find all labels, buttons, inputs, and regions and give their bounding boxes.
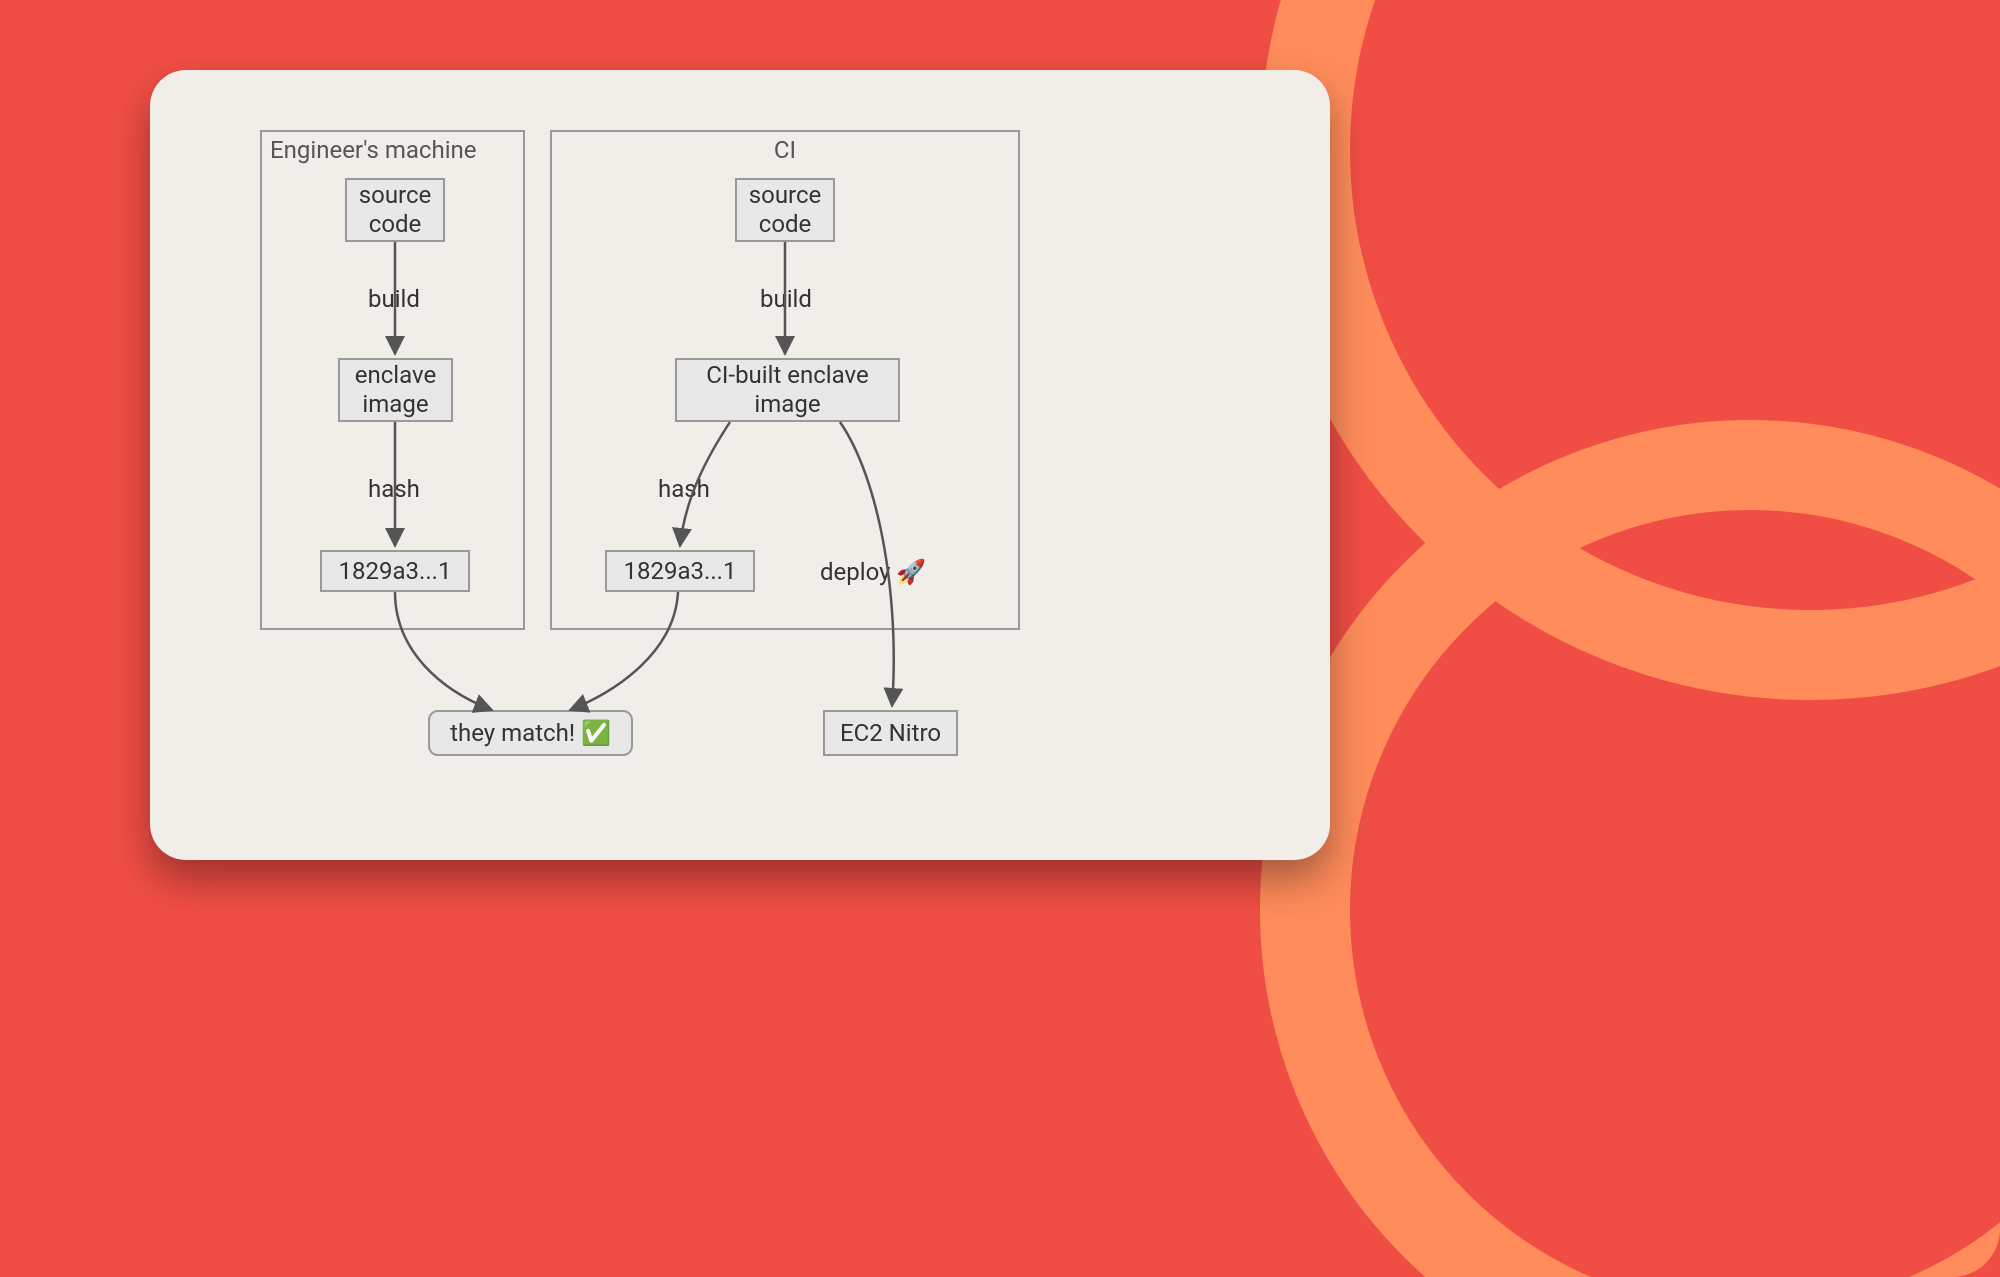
node-eng-enclave: enclave image: [338, 358, 453, 422]
edge-label-ci-deploy: deploy 🚀: [820, 558, 926, 586]
flow-diagram: Engineer's machine CI source code enclav…: [260, 130, 1220, 820]
node-ec2-nitro: EC2 Nitro: [823, 710, 958, 756]
edge-label-ci-hash: hash: [658, 475, 710, 503]
node-eng-hash: 1829a3...1: [320, 550, 470, 592]
cluster-ci-label: CI: [774, 136, 796, 164]
node-eng-source: source code: [345, 178, 445, 242]
node-ci-hash: 1829a3...1: [605, 550, 755, 592]
node-they-match: they match! ✅: [428, 710, 633, 756]
edge-label-ci-build: build: [760, 285, 812, 313]
node-ci-enclave: CI-built enclave image: [675, 358, 900, 422]
cluster-engineer-label: Engineer's machine: [270, 136, 477, 164]
backdrop: Engineer's machine CI source code enclav…: [0, 0, 2000, 1277]
edge-label-eng-hash: hash: [368, 475, 420, 503]
edge-label-eng-build: build: [368, 285, 420, 313]
decorative-arc: [1260, 420, 2000, 1277]
node-ci-source: source code: [735, 178, 835, 242]
diagram-card: Engineer's machine CI source code enclav…: [150, 70, 1330, 860]
